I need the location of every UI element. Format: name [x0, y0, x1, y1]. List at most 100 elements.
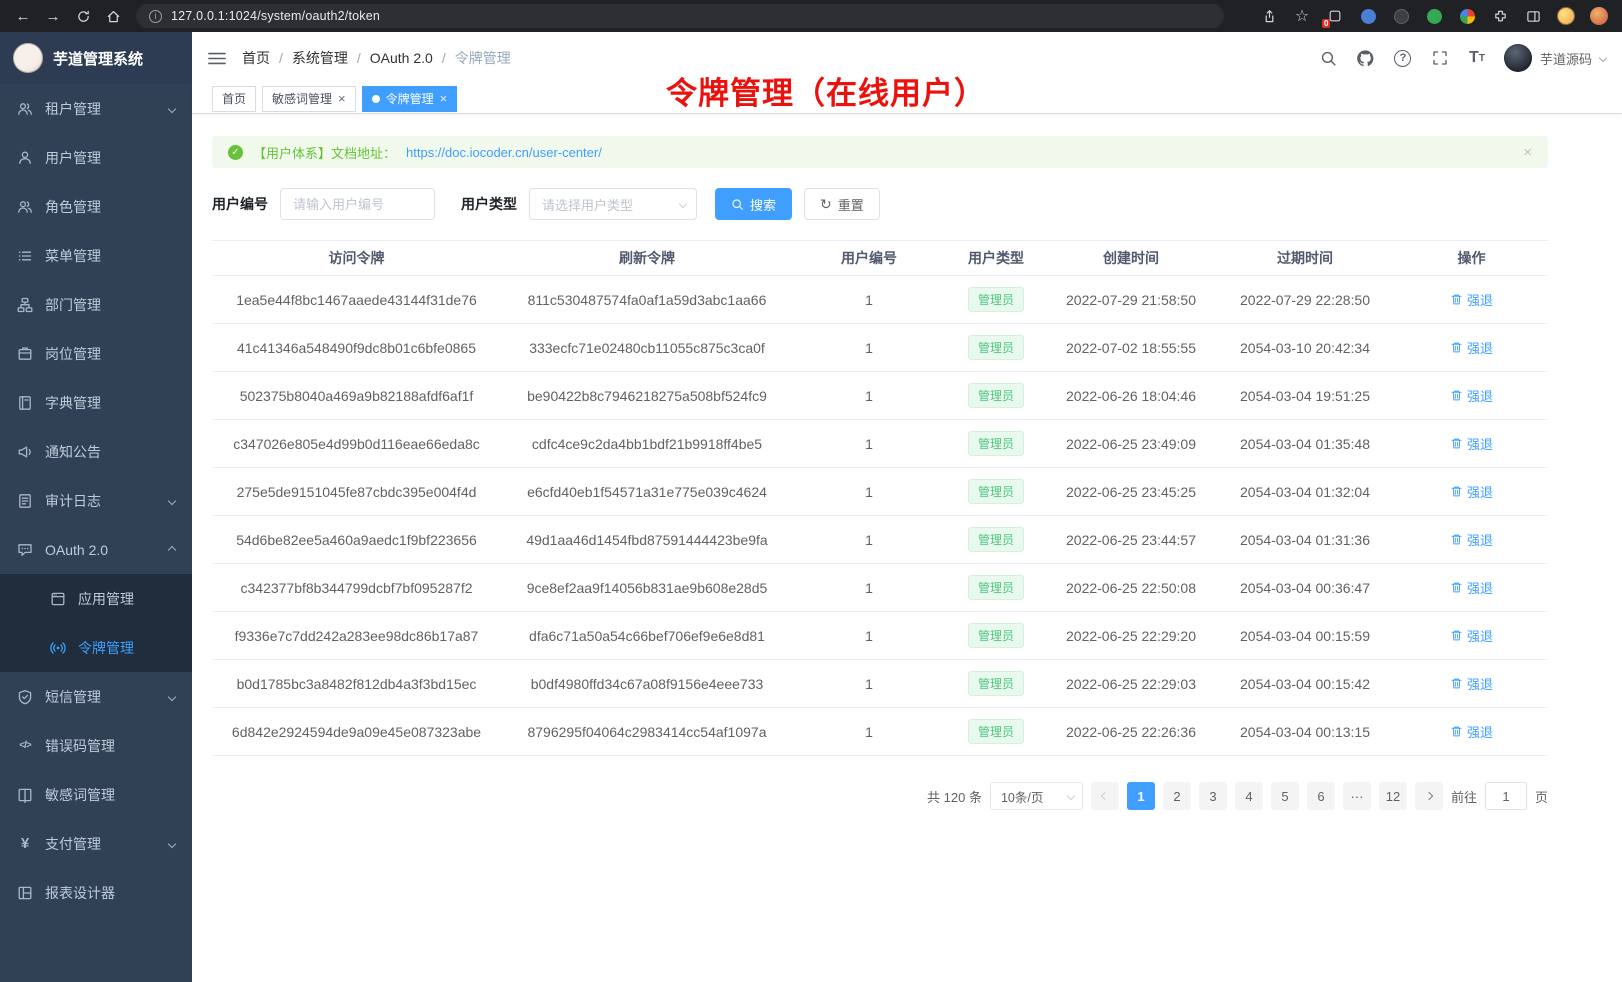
force-logout-button[interactable]: 强退: [1450, 434, 1493, 453]
page-button-4[interactable]: 4: [1235, 782, 1263, 810]
create-time-cell: 2022-06-25 22:29:20: [1047, 612, 1215, 660]
force-logout-button[interactable]: 强退: [1450, 722, 1493, 741]
page-size-select[interactable]: 10条/页: [990, 782, 1083, 810]
user-dropdown[interactable]: 芋道源码: [1504, 44, 1606, 72]
sidebar-item-notice[interactable]: 通知公告: [0, 427, 192, 476]
sidebar-item-menu[interactable]: 菜单管理: [0, 231, 192, 280]
user-type-tag: 管理员: [968, 479, 1024, 504]
sidebar-toggle-icon[interactable]: [208, 51, 226, 66]
address-bar[interactable]: 127.0.0.1:1024/system/oauth2/token: [136, 4, 1224, 28]
page-button-5[interactable]: 5: [1271, 782, 1299, 810]
chevron-down-icon: [679, 200, 687, 208]
page-unit-label: 页: [1535, 787, 1548, 806]
tab-sensitive-word[interactable]: 敏感词管理: [262, 86, 356, 112]
user-type-tag: 管理员: [968, 719, 1024, 744]
sidebar-item-pay[interactable]: 支付管理: [0, 819, 192, 868]
doc-link[interactable]: https://doc.iocoder.cn/user-center/: [406, 145, 602, 160]
extensions-puzzle-icon[interactable]: [1491, 7, 1509, 25]
force-logout-button[interactable]: 强退: [1450, 578, 1493, 597]
page-button-2[interactable]: 2: [1163, 782, 1191, 810]
font-size-icon[interactable]: [1467, 48, 1487, 68]
page-button-6[interactable]: 6: [1307, 782, 1335, 810]
user-type-tag: 管理员: [968, 527, 1024, 552]
user-type-tag: 管理员: [968, 671, 1024, 696]
fullscreen-icon[interactable]: [1430, 48, 1450, 68]
browser-account-avatar[interactable]: [1590, 7, 1608, 25]
github-icon[interactable]: [1356, 48, 1376, 68]
user-id-cell: 1: [793, 612, 945, 660]
sidebar-item-audit-log[interactable]: 审计日志: [0, 476, 192, 525]
refresh-token-cell: 9ce8ef2aa9f14056b831ae9b608e28d5: [501, 564, 793, 612]
browser-profile-avatar[interactable]: [1557, 7, 1575, 25]
extension-icon-green[interactable]: [1425, 7, 1443, 25]
browser-back-button[interactable]: [10, 3, 36, 29]
app-logo[interactable]: 芋道管理系统: [0, 32, 192, 84]
sidebar-item-user[interactable]: 用户管理: [0, 133, 192, 182]
breadcrumb-oauth[interactable]: OAuth 2.0: [370, 50, 433, 66]
sidebar-item-tenant[interactable]: 租户管理: [0, 84, 192, 133]
trash-icon: [1450, 341, 1463, 354]
extension-icon-colorful[interactable]: [1458, 7, 1476, 25]
user-type-select[interactable]: 请选择用户类型: [529, 188, 697, 220]
extension-icon-blue[interactable]: [1359, 7, 1377, 25]
sidebar-item-post[interactable]: 岗位管理: [0, 329, 192, 378]
tab-token-manage[interactable]: 令牌管理: [362, 86, 458, 112]
force-logout-button[interactable]: 强退: [1450, 290, 1493, 309]
reset-button[interactable]: 重置: [804, 188, 880, 220]
force-logout-button[interactable]: 强退: [1450, 338, 1493, 357]
extension-icon-badged[interactable]: 0: [1326, 7, 1344, 25]
close-icon[interactable]: [440, 92, 448, 105]
create-time-cell: 2022-07-02 18:55:55: [1047, 324, 1215, 372]
refresh-token-cell: b0df4980ffd34c67a08f9156e4eee733: [501, 660, 793, 708]
breadcrumb-home[interactable]: 首页: [242, 48, 270, 68]
expire-time-cell: 2054-03-04 00:15:42: [1215, 660, 1395, 708]
bookmark-star-icon[interactable]: [1293, 7, 1311, 25]
page-button-1[interactable]: 1: [1127, 782, 1155, 810]
help-icon[interactable]: [1393, 48, 1413, 68]
browser-refresh-button[interactable]: [70, 3, 96, 29]
force-logout-button[interactable]: 强退: [1450, 626, 1493, 645]
side-panel-icon[interactable]: [1524, 7, 1542, 25]
breadcrumb-system[interactable]: 系统管理: [292, 48, 348, 68]
browser-forward-button[interactable]: [40, 3, 66, 29]
tab-home[interactable]: 首页: [212, 86, 256, 112]
page-button-3[interactable]: 3: [1199, 782, 1227, 810]
sidebar-item-sms[interactable]: 短信管理: [0, 672, 192, 721]
share-icon[interactable]: [1260, 7, 1278, 25]
prev-page-button[interactable]: [1091, 782, 1119, 810]
force-logout-button[interactable]: 强退: [1450, 674, 1493, 693]
sidebar-item-sensitive-word[interactable]: 敏感词管理: [0, 770, 192, 819]
alert-close-icon[interactable]: [1523, 144, 1532, 161]
page-button-12[interactable]: 12: [1379, 782, 1407, 810]
table-row: 275e5de9151045fe87cbdc395e004f4d e6cfd40…: [212, 468, 1548, 516]
sidebar-item-error-code[interactable]: 错误码管理: [0, 721, 192, 770]
force-logout-button[interactable]: 强退: [1450, 386, 1493, 405]
sidebar-item-dict[interactable]: 字典管理: [0, 378, 192, 427]
user-id-cell: 1: [793, 516, 945, 564]
close-icon[interactable]: [338, 92, 346, 105]
extension-icon-dark[interactable]: [1392, 7, 1410, 25]
search-button[interactable]: 搜索: [715, 188, 792, 220]
sidebar-item-token-manage[interactable]: 令牌管理: [0, 623, 192, 672]
user-id-input[interactable]: [280, 188, 435, 220]
page-ellipsis-button[interactable]: ···: [1343, 782, 1371, 810]
table-row: c347026e805e4d99b0d116eae66eda8c cdfc4ce…: [212, 420, 1548, 468]
sidebar-item-oauth[interactable]: OAuth 2.0: [0, 525, 192, 574]
user-id-cell: 1: [793, 324, 945, 372]
next-page-button[interactable]: [1415, 782, 1443, 810]
search-icon[interactable]: [1319, 48, 1339, 68]
refresh-token-cell: dfa6c71a50a54c66bef706ef9e6e8d81: [501, 612, 793, 660]
sidebar-item-app-manage[interactable]: 应用管理: [0, 574, 192, 623]
site-info-icon[interactable]: [149, 10, 162, 23]
browser-home-button[interactable]: [100, 3, 126, 29]
user-type-tag: 管理员: [968, 431, 1024, 456]
sidebar-item-report-designer[interactable]: 报表设计器: [0, 868, 192, 917]
sidebar-item-role[interactable]: 角色管理: [0, 182, 192, 231]
force-logout-button[interactable]: 强退: [1450, 530, 1493, 549]
sidebar-item-dept[interactable]: 部门管理: [0, 280, 192, 329]
force-logout-button[interactable]: 强退: [1450, 482, 1493, 501]
goto-page-input[interactable]: [1485, 782, 1527, 810]
create-time-cell: 2022-06-25 23:44:57: [1047, 516, 1215, 564]
trash-icon: [1450, 293, 1463, 306]
megaphone-icon: [17, 444, 33, 460]
